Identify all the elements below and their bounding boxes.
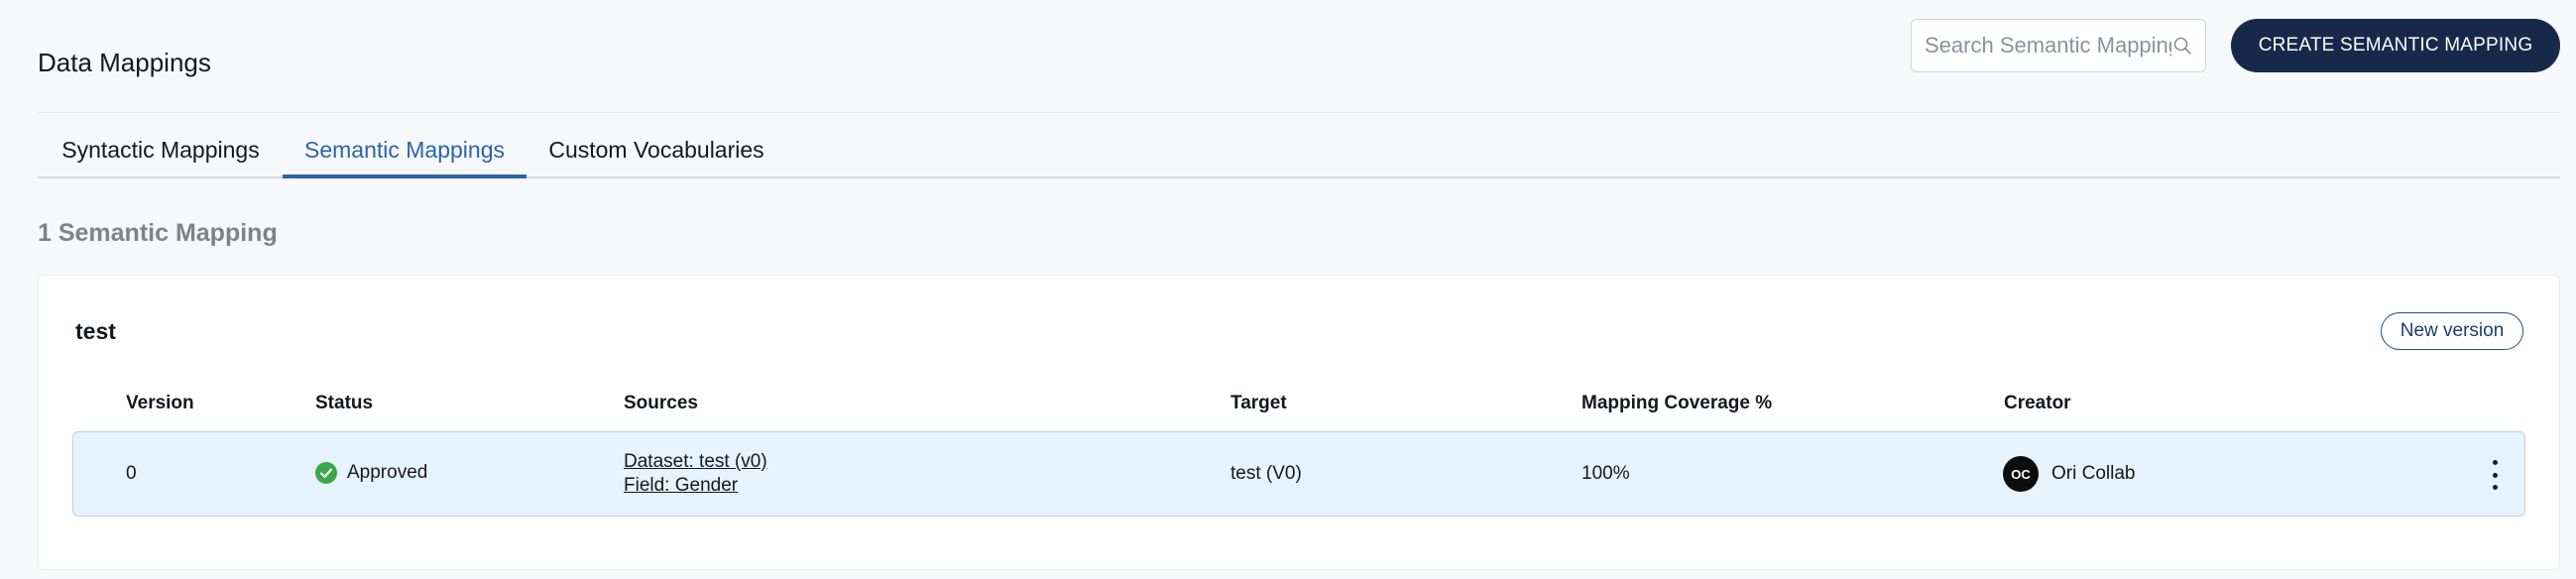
column-header-coverage: Mapping Coverage % — [1581, 393, 1773, 413]
tab-semantic-mappings[interactable]: Semantic Mappings — [283, 133, 527, 178]
column-header-status: Status — [315, 393, 374, 413]
column-header-version: Version — [126, 393, 194, 413]
creator-name: Ori Collab — [2051, 463, 2136, 484]
column-header-target: Target — [1230, 393, 1287, 413]
search-icon[interactable] — [2171, 35, 2193, 57]
tab-label: Custom Vocabularies — [548, 137, 764, 163]
status-cell: Approved — [315, 462, 427, 484]
status-label: Approved — [347, 462, 428, 483]
sources-cell: Dataset: test (v0) Field: Gender — [624, 450, 767, 498]
version-cell: 0 — [126, 463, 137, 484]
search-input[interactable] — [1925, 33, 2171, 58]
column-header-sources: Sources — [624, 393, 698, 413]
tab-label: Syntactic Mappings — [61, 137, 260, 163]
mapping-count-heading: 1 Semantic Mapping — [38, 219, 278, 247]
tab-custom-vocabularies[interactable]: Custom Vocabularies — [547, 133, 765, 178]
card-title: test — [75, 318, 116, 344]
column-header-creator: Creator — [2004, 393, 2071, 413]
creator-cell: OC Ori Collab — [2003, 456, 2135, 492]
more-vertical-icon[interactable] — [2485, 456, 2505, 494]
source-field-link[interactable]: Field: Gender — [624, 474, 767, 498]
page-title: Data Mappings — [38, 48, 211, 77]
avatar: OC — [2003, 456, 2039, 492]
new-version-button[interactable]: New version — [2381, 312, 2523, 350]
source-dataset-link[interactable]: Dataset: test (v0) — [624, 450, 767, 474]
table-row[interactable]: 0 Approved Dataset: test (v0) Field: Gen… — [72, 431, 2525, 517]
mapping-tabs: Syntactic Mappings Semantic Mappings Cus… — [38, 133, 2560, 178]
target-cell: test (V0) — [1230, 463, 1302, 484]
check-circle-icon — [315, 462, 337, 484]
active-tab-indicator — [283, 174, 527, 178]
tab-syntactic-mappings[interactable]: Syntactic Mappings — [61, 133, 260, 178]
coverage-cell: 100% — [1581, 463, 1630, 484]
create-semantic-mapping-button[interactable]: CREATE SEMANTIC MAPPING — [2231, 19, 2560, 72]
search-box[interactable] — [1911, 19, 2206, 72]
tab-label: Semantic Mappings — [304, 137, 505, 163]
semantic-mapping-card: test New version Version Status Sources … — [38, 275, 2560, 570]
data-mappings-page: Data Mappings CREATE SEMANTIC MAPPING Sy… — [0, 0, 2576, 579]
header-divider — [38, 112, 2560, 113]
